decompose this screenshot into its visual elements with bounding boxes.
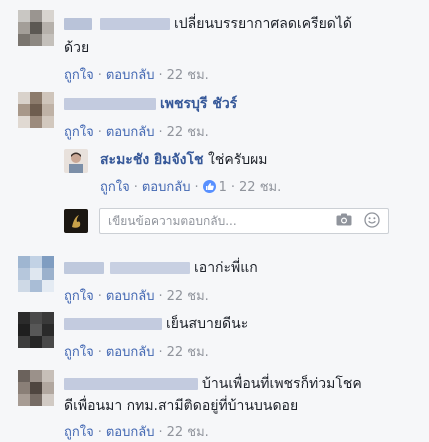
reply-avatar[interactable]	[64, 149, 88, 173]
reply-link[interactable]: ตอบกลับ	[106, 345, 155, 360]
like-link[interactable]: ถูกใจ	[64, 289, 94, 304]
current-user-avatar-image	[64, 209, 88, 233]
comment-actions: ถูกใจ · ตอบกลับ · 22 ชม.	[64, 345, 209, 360]
current-user-avatar	[64, 209, 88, 233]
reply-input[interactable]: เขียนข้อความตอบกลับ...	[99, 208, 389, 234]
timestamp[interactable]: 22 ชม.	[167, 289, 209, 304]
like-link[interactable]: ถูกใจ	[64, 425, 94, 440]
comment-body: เอาก่ะพี่แก	[64, 258, 414, 278]
commenter-name[interactable]: เพชรบุรี ชัวร์	[160, 96, 237, 112]
comment-text-line: ดีเพื่อนมา กทม.สามีติดอยู่ที่บ้านบนดอย	[64, 398, 299, 414]
comment-thread: เปลี่ยนบรรยากาศลดเครียดได้ ด้วย ถูกใจ · ตอ…	[0, 0, 429, 440]
comment-body: เพชรบุรี ชัวร์	[64, 94, 414, 114]
reply-body: สะมะชัง ยิมจังโช ใช่ครับผม	[100, 150, 268, 170]
reply-link[interactable]: ตอบกลับ	[142, 180, 191, 195]
comment-body: บ้านเพื่อนที่เพชรก็ท่วมโชค	[64, 374, 414, 394]
comment-text-line: เปลี่ยนบรรยากาศลดเครียดได้	[174, 16, 353, 32]
like-link[interactable]: ถูกใจ	[64, 68, 94, 83]
reply-input-placeholder: เขียนข้อความตอบกลับ...	[108, 214, 237, 228]
blurred-name[interactable]	[64, 378, 198, 390]
timestamp[interactable]: 22 ชม.	[167, 125, 209, 140]
blurred-name[interactable]	[100, 18, 170, 30]
camera-icon[interactable]	[336, 213, 352, 226]
like-link[interactable]: ถูกใจ	[64, 125, 94, 140]
comment-actions: ถูกใจ · ตอบกลับ · 22 ชม.	[64, 68, 209, 83]
reply-text: ใช่ครับผม	[207, 152, 268, 168]
reply-actions: ถูกใจ · ตอบกลับ · 1 · 22 ชม.	[100, 180, 282, 195]
timestamp[interactable]: 22 ชม.	[239, 180, 281, 195]
blurred-name[interactable]	[64, 18, 92, 30]
avatar[interactable]	[18, 92, 54, 128]
comment-text-line: บ้านเพื่อนที่เพชรก็ท่วมโชค	[202, 376, 362, 392]
reaction-count[interactable]: 1	[219, 180, 227, 195]
comment-text-line: ด้วย	[64, 40, 90, 56]
reply-link[interactable]: ตอบกลับ	[106, 125, 155, 140]
avatar[interactable]	[18, 10, 54, 46]
reply-link[interactable]: ตอบกลับ	[106, 425, 155, 440]
reply-avatar-image	[64, 149, 88, 173]
blurred-name[interactable]	[64, 262, 104, 274]
comment-text-line: เอาก่ะพี่แก	[194, 260, 258, 276]
comment-actions: ถูกใจ · ตอบกลับ · 22 ชม.	[64, 125, 209, 140]
timestamp[interactable]: 22 ชม.	[167, 345, 209, 360]
emoji-icon[interactable]	[364, 212, 380, 228]
comment-text-line: เย็นสบายดีนะ	[166, 316, 249, 332]
comment-body: เปลี่ยนบรรยากาศลดเครียดได้	[64, 14, 414, 34]
like-link[interactable]: ถูกใจ	[100, 180, 130, 195]
timestamp[interactable]: 22 ชม.	[167, 68, 209, 83]
blurred-name[interactable]	[110, 262, 190, 274]
reply-link[interactable]: ตอบกลับ	[106, 68, 155, 83]
blurred-name[interactable]	[64, 98, 156, 110]
comment-actions: ถูกใจ · ตอบกลับ · 22 ชม.	[64, 425, 209, 440]
reply-link[interactable]: ตอบกลับ	[106, 289, 155, 304]
avatar[interactable]	[18, 256, 54, 292]
timestamp[interactable]: 22 ชม.	[167, 425, 209, 440]
comment-body: เย็นสบายดีนะ	[64, 314, 414, 334]
avatar[interactable]	[18, 370, 54, 406]
blurred-name[interactable]	[64, 318, 162, 330]
like-reaction-icon[interactable]	[202, 180, 216, 193]
avatar[interactable]	[18, 312, 54, 348]
like-link[interactable]: ถูกใจ	[64, 345, 94, 360]
reply-author-name[interactable]: สะมะชัง ยิมจังโช	[100, 152, 204, 168]
comment-actions: ถูกใจ · ตอบกลับ · 22 ชม.	[64, 289, 209, 304]
